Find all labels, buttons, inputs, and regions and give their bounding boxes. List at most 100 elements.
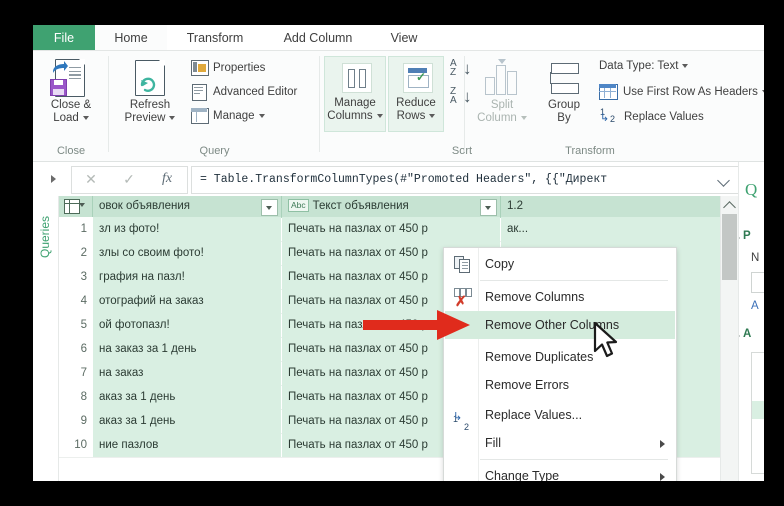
queries-rail[interactable]: Queries	[33, 196, 59, 481]
applied-step-item[interactable]	[752, 401, 764, 419]
cell-column-1[interactable]: зл из фото!	[93, 217, 281, 241]
cell-column-2[interactable]: Печать на пазлах от 450 р	[282, 217, 500, 241]
properties-label: Properties	[213, 61, 266, 74]
manage-icon	[191, 108, 209, 124]
context-menu: Copy ✗ Remove Columns Remove Other Colum…	[443, 247, 677, 481]
refresh-preview-button[interactable]: Refresh Preview	[117, 57, 183, 125]
ribbon-group-query: Refresh Preview Properties Advanced Edito…	[109, 51, 320, 161]
applied-steps-section-header[interactable]: A	[739, 328, 751, 340]
row-number: 8	[59, 385, 93, 409]
split-column-line2: Column	[477, 112, 517, 124]
formula-chevron-down-icon[interactable]	[716, 167, 734, 192]
tab-file-label: File	[53, 31, 75, 45]
reduce-rows-icon: ✓	[403, 63, 433, 93]
scrollbar-thumb[interactable]	[722, 214, 737, 280]
cell-column-1[interactable]: ние пазлов	[93, 433, 281, 457]
formula-accept-button[interactable]: ✓	[110, 167, 148, 191]
replace-values-icon: 1 2 ↳	[453, 411, 470, 433]
submenu-arrow-icon	[660, 473, 665, 481]
save-disk-icon	[50, 79, 67, 96]
properties-section-label: P	[743, 230, 751, 242]
use-first-row-as-headers-button[interactable]: Use First Row As Headers	[599, 84, 764, 100]
properties-button[interactable]: Properties	[191, 60, 266, 76]
cell-column-1[interactable]: отографий на заказ	[93, 289, 281, 313]
column-header-2[interactable]: Abc Текст объявления	[282, 196, 500, 217]
reduce-rows-button[interactable]: ✓ Reduce Rows	[388, 56, 444, 132]
column-2-filter-button[interactable]	[480, 199, 497, 216]
menu-item-replace-values[interactable]: 1 2 ↳ Replace Values...	[445, 401, 675, 433]
group-by-button[interactable]: Group By	[537, 57, 591, 125]
column-header-1[interactable]: овок объявления	[93, 196, 281, 217]
row-number: 2	[59, 241, 93, 265]
split-column-icon	[471, 57, 533, 99]
close-and-load-button[interactable]: Close & Load	[39, 57, 103, 125]
refresh-icon	[140, 77, 156, 92]
advanced-editor-label: Advanced Editor	[213, 85, 298, 98]
menu-item-remove-duplicates[interactable]: Remove Duplicates	[445, 343, 675, 371]
tab-add-column[interactable]: Add Column	[263, 25, 373, 51]
advanced-editor-icon	[191, 84, 208, 101]
menu-item-remove-other-columns[interactable]: Remove Other Columns	[445, 311, 675, 339]
properties-section-header[interactable]: P	[739, 230, 751, 242]
grid-select-all-cell[interactable]	[59, 196, 93, 217]
cell-column-1[interactable]: графия на пазл!	[93, 265, 281, 289]
ribbon-tabstrip: File Home Transform Add Column View	[33, 25, 764, 51]
manage-button[interactable]: Manage	[191, 108, 265, 124]
query-settings-panel: Q P N A A	[738, 162, 764, 481]
manage-columns-button[interactable]: Manage Columns	[324, 56, 386, 132]
remove-columns-icon: ✗	[453, 288, 472, 308]
column-header-3-label: 1.2	[507, 200, 523, 212]
manage-columns-line1: Manage	[334, 97, 376, 109]
cell-column-1[interactable]: ой фотопазл!	[93, 313, 281, 337]
manage-columns-icon	[342, 63, 372, 93]
cell-column-3[interactable]: ак...	[501, 217, 720, 241]
cell-column-1[interactable]: на заказ	[93, 361, 281, 385]
all-properties-link[interactable]: A	[751, 300, 759, 312]
cell-column-1[interactable]: аказ за 1 день	[93, 409, 281, 433]
queries-rail-label: Queries	[38, 215, 52, 259]
formula-bar: ✕ ✓ fx = Table.TransformColumnTypes(#"Pr…	[33, 162, 764, 197]
menu-item-change-type[interactable]: Change Type	[445, 462, 675, 481]
table-row[interactable]: 1 зл из фото! Печать на пазлах от 450 р ак.…	[59, 217, 720, 242]
tab-transform[interactable]: Transform	[167, 25, 263, 51]
refresh-line1: Refresh	[129, 99, 171, 111]
advanced-editor-button[interactable]: Advanced Editor	[191, 84, 298, 101]
scroll-up-button[interactable]	[721, 196, 738, 213]
mouse-cursor	[593, 321, 618, 358]
menu-item-remove-errors[interactable]: Remove Errors	[445, 371, 675, 399]
query-name-input[interactable]	[751, 272, 764, 293]
red-pointer-arrow	[363, 310, 470, 340]
applied-steps-list[interactable]	[751, 352, 764, 474]
menu-item-fill[interactable]: Fill	[445, 429, 675, 457]
collapse-triangle-icon	[739, 234, 740, 242]
tab-file[interactable]: File	[33, 25, 95, 51]
row-number: 3	[59, 265, 93, 289]
data-type-button[interactable]: Data Type: Text	[599, 60, 689, 72]
tab-transform-label: Transform	[186, 31, 244, 45]
formula-input[interactable]: = Table.TransformColumnTypes(#"Promoted …	[191, 166, 741, 194]
column-header-2-label: Текст объявления	[312, 200, 409, 212]
chevron-down-icon	[79, 203, 85, 207]
cell-column-1[interactable]: аказ за 1 день	[93, 385, 281, 409]
menu-item-copy[interactable]: Copy	[445, 250, 675, 278]
row-number: 7	[59, 361, 93, 385]
ribbon-group-sort: Manage Columns ✓ Reduce Rows AZ ↓ ZA ↓ S…	[320, 51, 472, 161]
group-label-close: Close	[56, 145, 86, 157]
menu-item-remove-columns[interactable]: ✗ Remove Columns	[445, 283, 675, 311]
formula-expand-button[interactable]	[47, 171, 61, 187]
menu-item-fill-label: Fill	[485, 436, 501, 450]
formula-cancel-button[interactable]: ✕	[72, 167, 110, 191]
cell-column-1[interactable]: злы со своим фото!	[93, 241, 281, 265]
menu-item-replace-values-label: Replace Values...	[485, 408, 583, 422]
grid-vertical-scrollbar[interactable]	[720, 196, 738, 481]
replace-values-ribbon-button[interactable]: 1 2 ↳ Replace Values	[599, 107, 704, 125]
cell-column-1[interactable]: на заказ за 1 день	[93, 337, 281, 361]
column-2-type-badge: Abc	[288, 199, 309, 213]
split-column-button[interactable]: Split Column	[471, 57, 533, 125]
tab-home[interactable]: Home	[95, 25, 167, 51]
column-1-filter-button[interactable]	[261, 199, 278, 216]
fx-label: fx	[161, 171, 173, 186]
replace-values-icon: 1 2 ↳	[600, 107, 616, 124]
tab-view[interactable]: View	[373, 25, 435, 51]
column-header-3[interactable]: 1.2	[501, 196, 720, 217]
